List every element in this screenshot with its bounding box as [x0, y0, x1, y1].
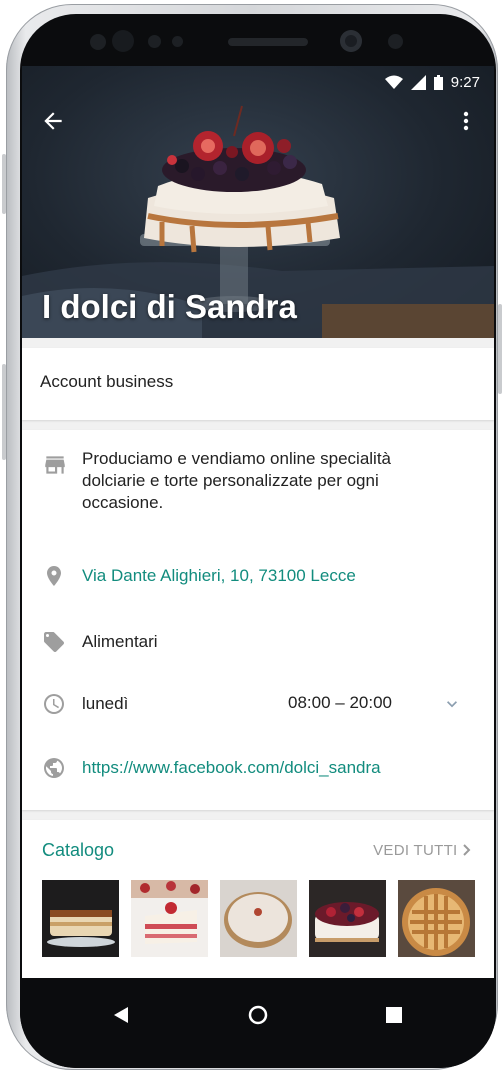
powdered-cake-image	[220, 880, 297, 957]
more-vert-icon	[463, 111, 469, 131]
catalog-item[interactable]	[309, 880, 386, 957]
earpiece-speaker	[228, 38, 308, 46]
phone-bezel: 9:27 I dolci di Sandra Account business	[20, 14, 496, 1068]
wifi-icon	[384, 75, 403, 89]
nav-home-icon[interactable]	[247, 1004, 269, 1026]
clock-icon	[44, 694, 64, 714]
front-camera	[340, 30, 362, 52]
side-button-left-top	[2, 154, 6, 214]
category-row: Alimentari	[22, 628, 494, 658]
tag-icon	[44, 632, 64, 652]
nav-back-icon[interactable]	[112, 1006, 130, 1024]
sensor-dot	[388, 34, 403, 49]
business-website[interactable]: https://www.facebook.com/dolci_sandra	[82, 757, 381, 779]
address-row[interactable]: Via Dante Alighieri, 10, 73100 Lecce	[22, 562, 494, 592]
app-screen: 9:27 I dolci di Sandra Account business	[22, 66, 494, 978]
catalog-card: Catalogo VEDI TUTTI	[22, 820, 494, 978]
catalog-item[interactable]	[131, 880, 208, 957]
account-type-card: Account business	[22, 348, 494, 420]
side-button-left-bottom	[2, 364, 6, 460]
status-time: 9:27	[450, 73, 480, 91]
location-pin-icon	[47, 566, 61, 586]
phone-top-sensors	[20, 14, 496, 66]
business-info-card: Produciamo e vendiamo online specialità …	[22, 430, 494, 810]
hours-day: lunedì	[82, 694, 129, 713]
catalog-item[interactable]	[42, 880, 119, 957]
front-sensor	[112, 30, 134, 52]
chevron-down-icon[interactable]	[442, 694, 462, 714]
back-button[interactable]	[40, 108, 68, 136]
sensor-dot	[172, 36, 183, 47]
sensor-dot	[148, 35, 161, 48]
business-category: Alimentari	[82, 632, 158, 651]
business-description: Produciamo e vendiamo online specialità …	[82, 449, 392, 512]
android-nav-bar	[20, 978, 496, 1068]
globe-icon	[44, 758, 64, 778]
see-all-button[interactable]: VEDI TUTTI	[373, 842, 472, 859]
lattice-tart-image	[398, 880, 475, 957]
more-options-button[interactable]	[454, 108, 478, 136]
battery-icon	[433, 74, 443, 90]
phone-frame: 9:27 I dolci di Sandra Account business	[2, 4, 502, 1070]
catalog-item[interactable]	[220, 880, 297, 957]
website-row[interactable]: https://www.facebook.com/dolci_sandra	[22, 754, 494, 784]
hours-time: 08:00 – 20:00	[288, 693, 392, 712]
nav-recents-icon[interactable]	[386, 1007, 402, 1023]
account-type-label: Account business	[40, 372, 174, 391]
signal-icon	[410, 74, 426, 90]
business-cover-photo: 9:27 I dolci di Sandra	[22, 66, 494, 338]
status-bar: 9:27	[384, 72, 480, 92]
business-name: I dolci di Sandra	[42, 288, 297, 325]
catalog-item[interactable]	[398, 880, 475, 957]
see-all-label: VEDI TUTTI	[373, 842, 458, 859]
sensor-dot	[90, 34, 106, 50]
tiramisu-cake-image	[42, 880, 119, 957]
berry-cheesecake-image	[309, 880, 386, 957]
business-address[interactable]: Via Dante Alighieri, 10, 73100 Lecce	[82, 565, 356, 587]
catalog-title: Catalogo	[42, 840, 115, 860]
side-button-right	[498, 304, 502, 394]
strawberry-cake-slice-image	[131, 880, 208, 957]
back-arrow-icon	[44, 112, 62, 130]
chevron-right-icon	[463, 844, 471, 856]
hours-row[interactable]: lunedì 08:00 – 20:00	[22, 690, 494, 720]
description-row: Produciamo e vendiamo online specialità …	[22, 448, 494, 518]
store-icon	[45, 456, 65, 474]
